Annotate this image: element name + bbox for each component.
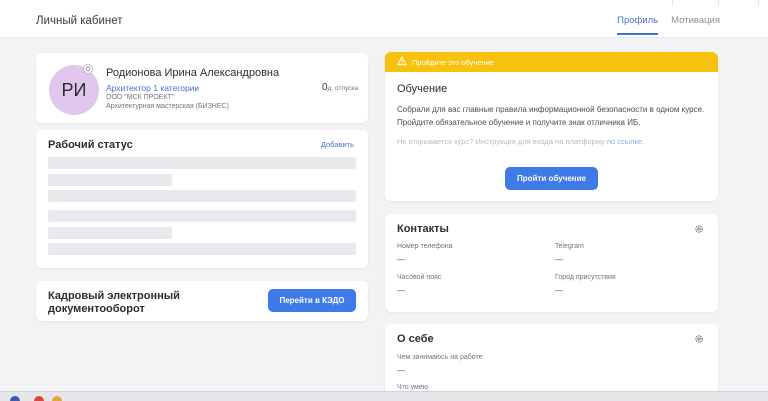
telegram-value: — [555,255,563,264]
phone-value: — [397,255,405,264]
header-tabs: Профиль Мотивация [617,15,720,35]
telegram-label: Telegram [555,243,584,250]
skeleton-line [48,174,172,186]
city-value: — [555,286,563,295]
training-banner: Пройдите это обучение [385,52,718,72]
skeleton-line [48,157,356,169]
work-status-title: Рабочий статус [48,139,133,151]
add-status-link[interactable]: Добавить [321,140,354,149]
vacation-days: 0д. отпуска [322,82,358,93]
work-activity-label: Чем занимаюсь на работе [397,354,483,361]
top-header: Личный кабинет Профиль Мотивация [0,0,768,38]
profile-department: Архитектурная мастерская (БИЗНЕС) [106,103,229,110]
skeleton-line [48,210,356,222]
window-divider [672,0,673,6]
kedo-card: Кадровый электронный документооборот Пер… [36,281,368,321]
gear-icon[interactable] [694,334,704,344]
vacation-days-unit: д. отпуска [327,85,358,92]
kedo-title-line2: документооборот [48,303,145,315]
contacts-card: Контакты Номер телефона — Telegram — Час… [385,214,718,312]
contacts-title: Контакты [397,223,449,235]
tab-motivation[interactable]: Мотивация [671,15,720,35]
start-training-button[interactable]: Пройти обучение [505,167,598,190]
taskbar-app-icon[interactable] [10,396,20,401]
skeleton-line [48,227,172,239]
gear-icon[interactable] [694,224,704,234]
camera-icon[interactable] [83,64,93,74]
taskbar-folder-icon[interactable] [52,396,62,401]
taskbar-browser-icon[interactable] [34,396,44,401]
kedo-title-line1: Кадровый электронный [48,290,180,302]
training-hint: Не открывается курс? Инструкция для вход… [397,137,644,146]
go-to-kedo-button[interactable]: Перейти в КЭДО [268,289,356,312]
warning-icon [397,56,407,66]
window-divider [718,0,719,6]
about-title: О себе [397,333,434,345]
training-hint-text: Не открывается курс? Инструкция для вход… [397,137,605,146]
about-card: О себе Чем занимаюсь на работе — Что уме… [385,324,718,391]
kedo-title: Кадровый электронный документооборот [48,290,180,316]
training-title: Обучение [397,83,448,95]
work-activity-value: — [397,366,405,375]
skills-label: Что умею [397,384,429,391]
page-title: Личный кабинет [36,15,123,27]
tab-profile[interactable]: Профиль [617,15,659,35]
skeleton-line [48,190,356,202]
training-description: Собрали для вас главные правила информац… [397,105,705,127]
profile-position[interactable]: Архитектор 1 категории [106,83,199,93]
phone-label: Номер телефона [397,243,453,250]
instruction-link[interactable]: по ссылке. [607,137,644,146]
training-card: Пройдите это обучение Обучение Собрали д… [385,52,718,201]
profile-name: Родионова Ирина Александровна [106,67,280,79]
timezone-label: Часовой пояс [397,274,442,281]
timezone-value: — [397,286,405,295]
work-status-card: Рабочий статус Добавить [36,130,368,268]
training-banner-text: Пройдите это обучение [412,58,494,67]
window-divider [758,0,759,6]
city-label: Город присутствия [555,274,616,281]
skeleton-line [48,243,356,255]
profile-organization: ООО "МСК ПРОЕКТ" [106,94,175,101]
profile-card: РИ Родионова Ирина Александровна Архитек… [36,53,368,123]
os-taskbar [0,391,768,401]
